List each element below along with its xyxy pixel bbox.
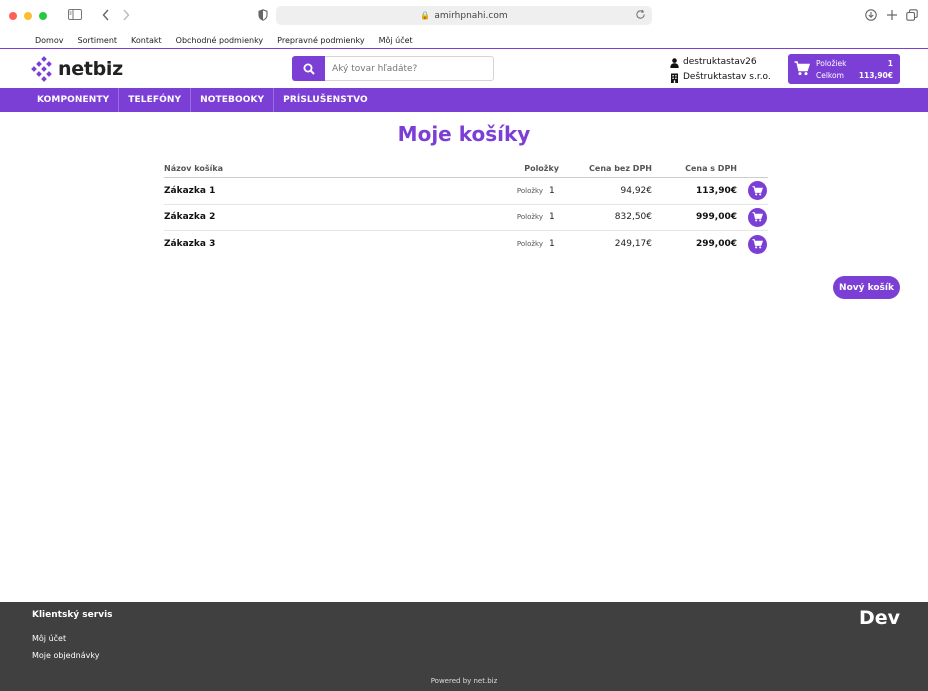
cart-name[interactable]: Zákazka 3: [164, 239, 494, 249]
nav-item-telefony[interactable]: TELEFÓNY: [119, 88, 192, 112]
cart-items-label: Položiek: [816, 59, 847, 68]
site-logo[interactable]: netbiz: [30, 56, 123, 82]
activate-cart-button[interactable]: [748, 234, 767, 254]
logo-text: netbiz: [58, 58, 123, 80]
sidebar-toggle-icon[interactable]: [68, 9, 82, 20]
search-button[interactable]: [292, 56, 325, 81]
table-header: Názov košíka Položky Cena bez DPH Cena s…: [164, 160, 768, 178]
header-gross-price: Cena s DPH: [685, 164, 737, 173]
top-links: Domov Sortiment Kontakt Obchodné podmien…: [0, 32, 928, 48]
company-link[interactable]: Deštruktastav s.r.o.: [670, 70, 771, 85]
url-text: amirhpnahi.com: [434, 10, 508, 21]
gross-price: 113,90€: [696, 185, 737, 196]
site-header: netbiz destruktastav26: [0, 49, 928, 88]
gross-price: 999,00€: [696, 212, 737, 223]
cart-total-value: 113,90€: [858, 71, 893, 80]
privacy-shield-icon[interactable]: [258, 9, 268, 21]
header-net-price: Cena bez DPH: [589, 164, 652, 173]
tab-overview-icon[interactable]: [906, 9, 918, 21]
user-account-link[interactable]: destruktastav26: [670, 55, 771, 70]
shopping-cart-icon: [752, 212, 763, 222]
activate-cart-button[interactable]: [748, 181, 767, 201]
reload-icon[interactable]: [635, 9, 646, 20]
forward-arrow-icon[interactable]: [122, 9, 130, 21]
footer-link-moje-objednavky[interactable]: Moje objednávky: [32, 651, 99, 660]
header-name: Názov košíka: [164, 164, 224, 173]
close-window-button[interactable]: [9, 12, 17, 20]
new-cart-button[interactable]: Nový košík: [833, 276, 900, 299]
new-tab-icon[interactable]: [886, 9, 898, 21]
shopping-cart-icon: [752, 185, 763, 196]
cart-items-row: Položiek 1: [816, 59, 893, 68]
nav-item-notebooky[interactable]: NOTEBOOKY: [191, 88, 275, 112]
address-bar[interactable]: 🔒 amirhpnahi.com: [276, 6, 652, 25]
site-footer: Klientský servis Môj účet Moje objednávk…: [0, 602, 928, 691]
top-link-kontakt[interactable]: Kontakt: [131, 36, 162, 45]
nav-item-prislusenstvo[interactable]: PRÍSLUŠENSTVO: [274, 88, 377, 112]
footer-title: Klientský servis: [32, 610, 113, 620]
footer-link-moj-ucet[interactable]: Môj účet: [32, 634, 66, 643]
netbiz-logo-icon: [31, 56, 52, 82]
items-qty: 1: [549, 185, 555, 196]
search-input[interactable]: [325, 56, 494, 81]
cart-summary-button[interactable]: Položiek 1 Celkom 113,90€: [788, 54, 900, 84]
header-items: Položky: [524, 164, 559, 173]
items-label: Položky: [516, 186, 543, 195]
search-icon: [303, 63, 315, 75]
building-icon: [671, 73, 678, 83]
top-link-domov[interactable]: Domov: [35, 36, 63, 45]
gross-price: 299,00€: [696, 239, 737, 250]
page-title: Moje košíky: [397, 122, 531, 146]
activate-cart-button[interactable]: [748, 207, 767, 227]
search-bar: [292, 56, 494, 81]
shopping-cart-icon: [794, 61, 810, 76]
items-label: Položky: [516, 240, 543, 249]
maximize-window-button[interactable]: [39, 12, 47, 20]
category-nav: KOMPONENTY TELEFÓNY NOTEBOOKY PRÍSLUŠENS…: [0, 88, 928, 112]
net-price: 832,50€: [614, 212, 652, 223]
top-link-moj-ucet[interactable]: Môj účet: [379, 36, 413, 45]
carts-table: Názov košíka Položky Cena bez DPH Cena s…: [164, 160, 768, 258]
cart-total-label: Celkom: [816, 71, 844, 80]
cart-name[interactable]: Zákazka 2: [164, 212, 494, 222]
cart-total-row: Celkom 113,90€: [816, 71, 893, 80]
powered-by: Powered by net.biz: [430, 677, 498, 685]
user-info: destruktastav26 Deštruktastav s.r.o.: [670, 55, 771, 85]
cart-items-value: 1: [887, 59, 893, 68]
table-row[interactable]: Zákazka 3 Položky 1 249,17€ 299,00€: [164, 231, 768, 258]
table-row[interactable]: Zákazka 1 Položky 1 94,92€ 113,90€: [164, 178, 768, 205]
items-qty: 1: [549, 239, 555, 250]
window-controls: [9, 12, 47, 20]
company-name: Deštruktastav s.r.o.: [683, 72, 771, 82]
username: destruktastav26: [683, 57, 757, 67]
items-qty: 1: [549, 212, 555, 223]
back-arrow-icon[interactable]: [102, 9, 110, 21]
nav-item-komponenty[interactable]: KOMPONENTY: [28, 88, 120, 112]
lock-icon: 🔒: [420, 11, 431, 20]
top-link-obchodne-podmienky[interactable]: Obchodné podmienky: [176, 36, 264, 45]
cart-name[interactable]: Zákazka 1: [164, 186, 494, 196]
shopping-cart-icon: [752, 239, 763, 249]
environment-badge: Dev: [858, 607, 900, 629]
net-price: 249,17€: [614, 239, 652, 250]
browser-toolbar: 🔒 amirhpnahi.com: [0, 0, 928, 32]
net-price: 94,92€: [620, 185, 653, 196]
table-row[interactable]: Zákazka 2 Položky 1 832,50€ 999,00€: [164, 205, 768, 231]
items-label: Položky: [516, 213, 543, 222]
user-icon: [670, 57, 679, 68]
download-icon[interactable]: [865, 9, 877, 21]
top-link-sortiment[interactable]: Sortiment: [77, 36, 117, 45]
minimize-window-button[interactable]: [24, 12, 32, 20]
top-link-prepravne-podmienky[interactable]: Prepravné podmienky: [277, 36, 364, 45]
